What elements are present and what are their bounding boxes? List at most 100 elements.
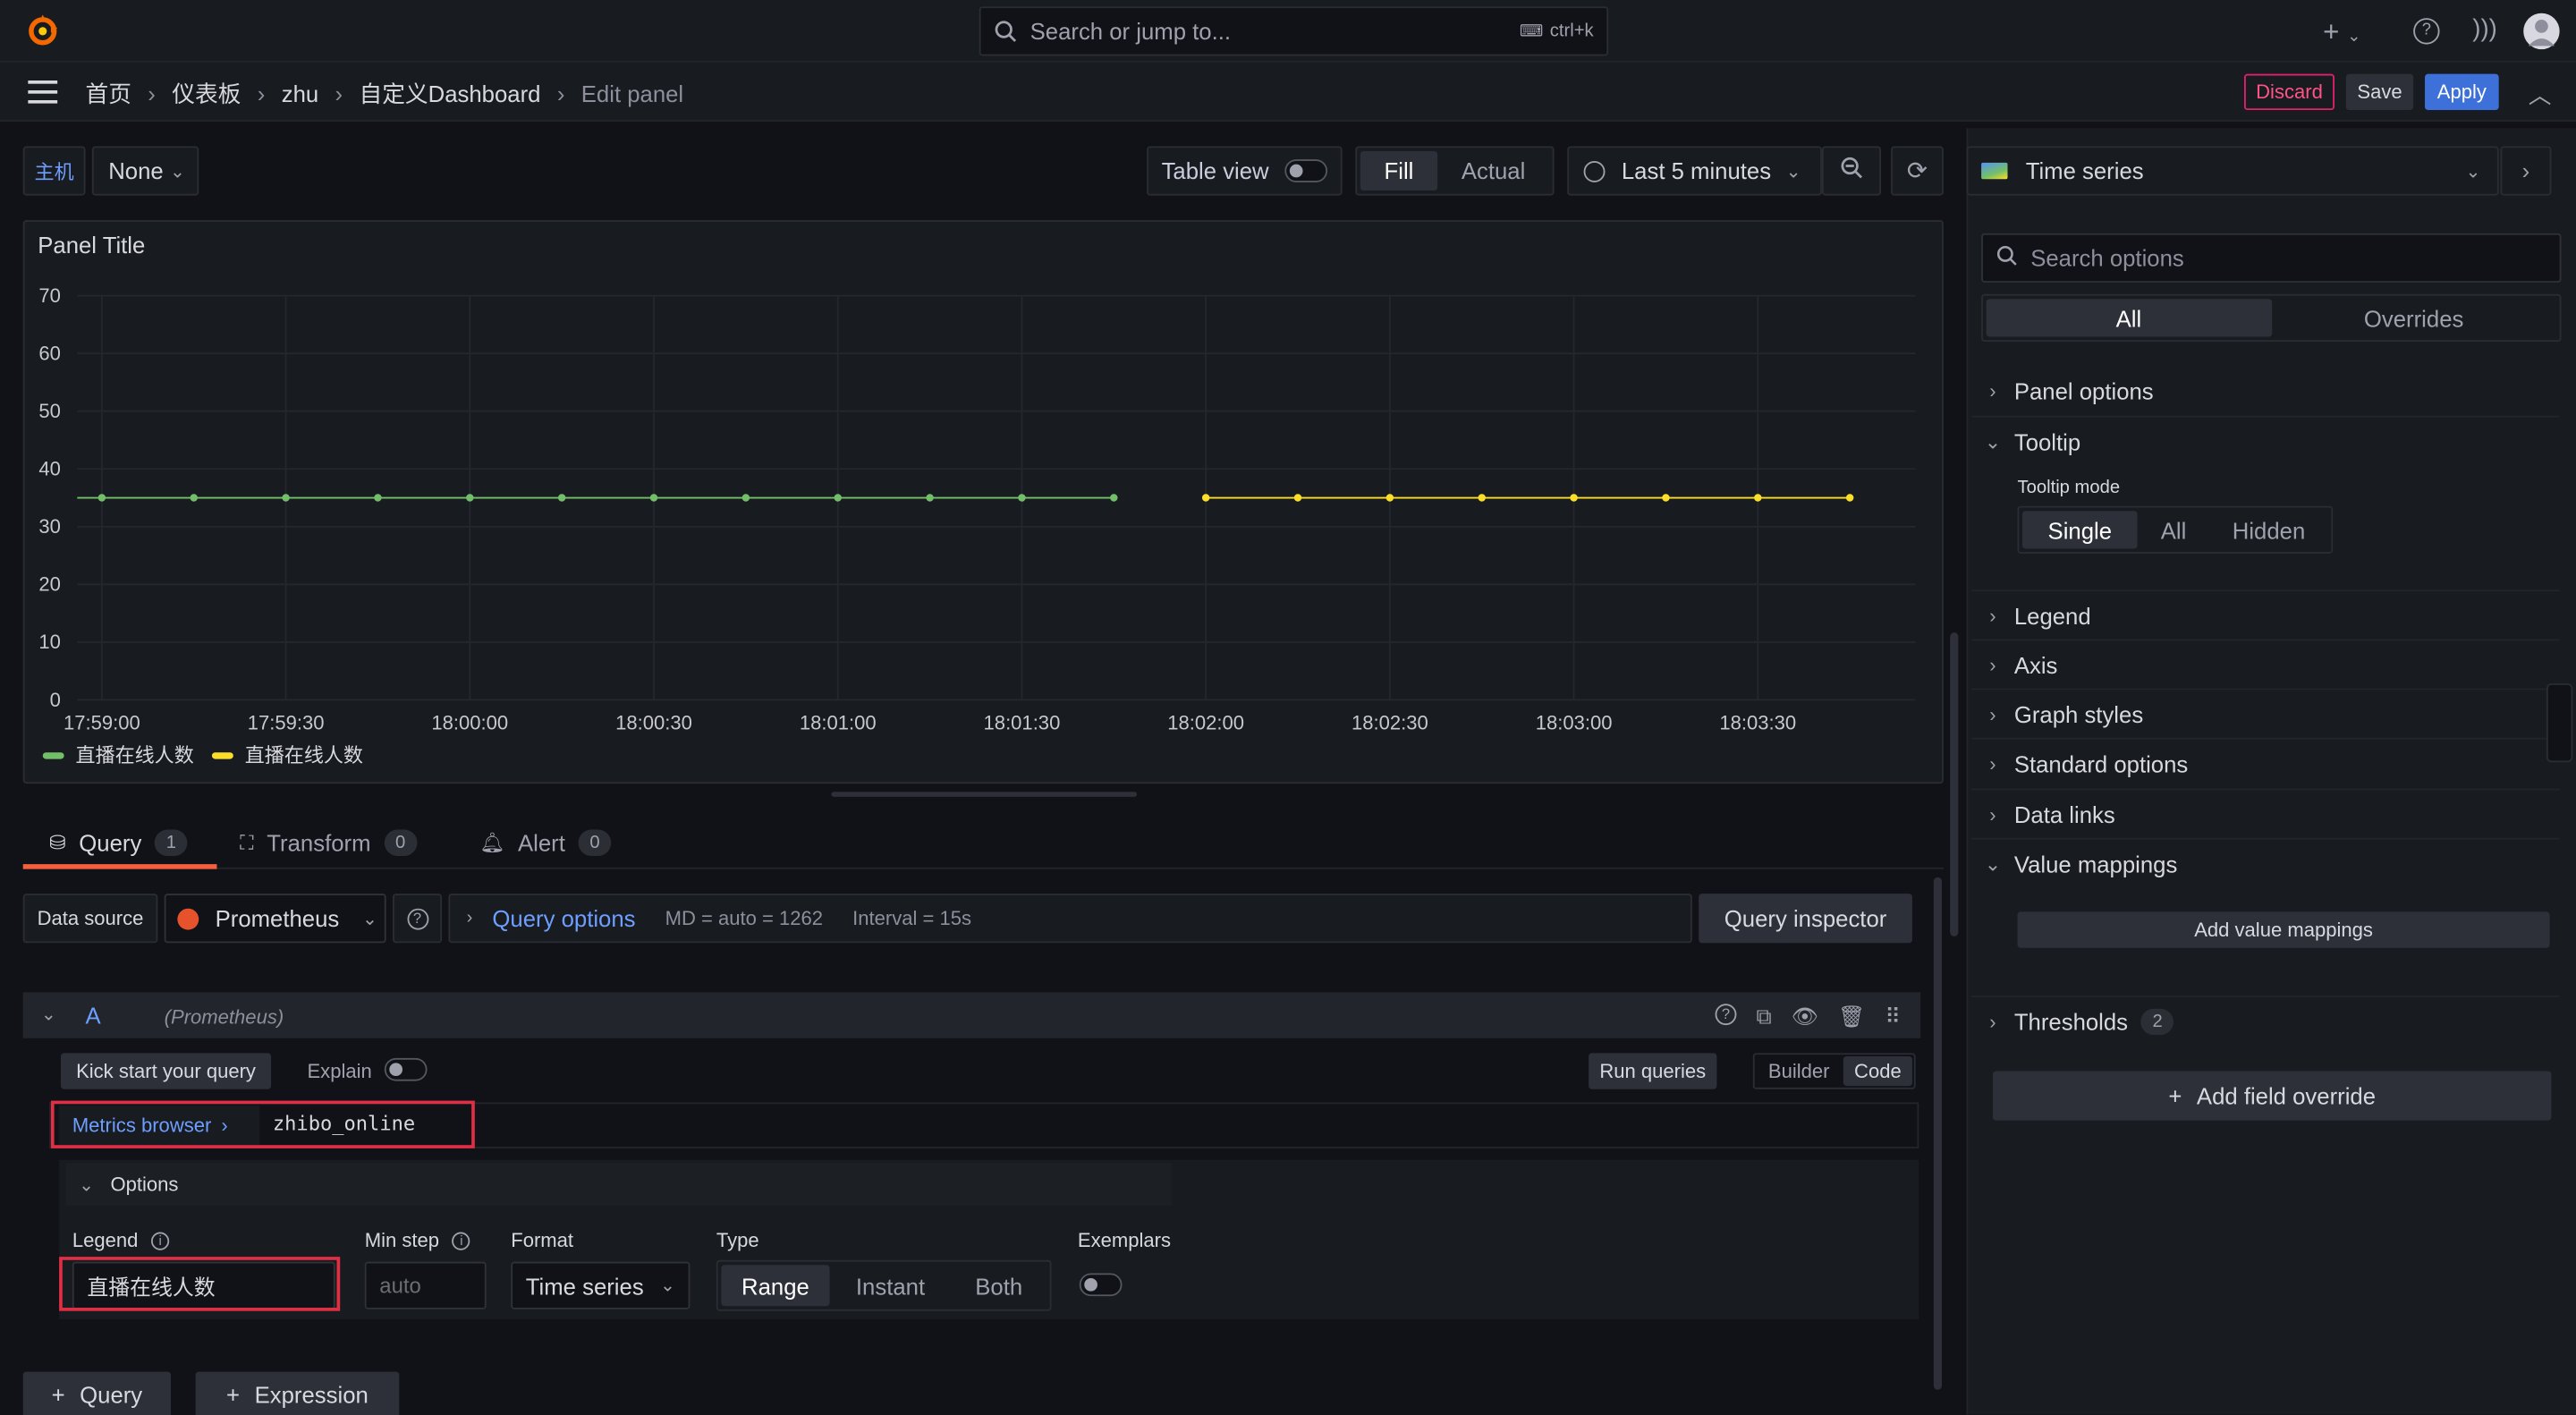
legend-item-1[interactable]: 直播在线人数 xyxy=(75,741,193,768)
drag-handle-icon[interactable]: ⠿ xyxy=(1885,1004,1901,1029)
query-ref-id[interactable]: A xyxy=(86,1002,101,1028)
chevron-down-icon: ⌄ xyxy=(660,1276,675,1297)
datasource-picker[interactable]: Prometheus ⌄ xyxy=(164,894,386,944)
tab-query[interactable]: ⛁ Query 1 xyxy=(22,821,217,869)
tab-alert-label: Alert xyxy=(518,829,565,856)
section-panel-options[interactable]: › Panel options xyxy=(1971,367,2560,416)
exemplars-toggle[interactable] xyxy=(1079,1273,1123,1297)
add-expression-button[interactable]: + Expression xyxy=(195,1371,400,1415)
datasource-help-button[interactable]: ? xyxy=(392,894,443,944)
variable-select[interactable]: None ⌄ xyxy=(91,146,199,196)
search-bar[interactable]: Search or jump to... ⌨ ctrl+k xyxy=(979,6,1609,56)
type-both-option[interactable]: Both xyxy=(951,1265,1046,1306)
main-scrollbar[interactable] xyxy=(1950,632,1959,936)
actual-button[interactable]: Actual xyxy=(1437,151,1549,191)
run-queries-button[interactable]: Run queries xyxy=(1589,1053,1717,1089)
resize-splitter[interactable] xyxy=(831,792,1138,797)
user-avatar[interactable] xyxy=(2523,13,2560,50)
add-query-button[interactable]: + Query xyxy=(22,1371,172,1415)
options-pane-scroll-handle[interactable] xyxy=(2546,683,2573,763)
format-value: Time series xyxy=(525,1272,644,1299)
fill-button[interactable]: Fill xyxy=(1360,150,1438,191)
code-mode-button[interactable]: Code xyxy=(1843,1056,1912,1087)
breadcrumb-dashboard[interactable]: 自定义Dashboard xyxy=(359,77,540,110)
query-options-bar[interactable]: › Query options MD = auto = 1262 Interva… xyxy=(448,894,1692,944)
table-view-toggle[interactable] xyxy=(1284,159,1328,182)
options-header[interactable]: ⌄ Options xyxy=(65,1163,1172,1207)
visualization-picker[interactable]: Time series ⌄ xyxy=(1966,146,2499,196)
search-options-input[interactable]: Search options xyxy=(1981,233,2562,283)
save-button[interactable]: Save xyxy=(2345,73,2414,111)
breadcrumb-folder[interactable]: zhu xyxy=(282,80,318,106)
legend-label-text: Legend xyxy=(72,1228,139,1252)
add-value-mappings-button[interactable]: Add value mappings xyxy=(2017,911,2550,948)
chevron-down-icon: ⌄ xyxy=(361,909,377,929)
legend-item-2[interactable]: 直播在线人数 xyxy=(245,741,363,768)
type-instant-option[interactable]: Instant xyxy=(833,1265,948,1306)
tab-overrides[interactable]: Overrides xyxy=(2271,299,2556,336)
builder-mode-button[interactable]: Builder xyxy=(1758,1056,1840,1086)
tab-all[interactable]: All xyxy=(1986,299,2272,337)
tooltip-mode-all[interactable]: All xyxy=(2140,511,2206,548)
news-rss-icon[interactable]: ))) xyxy=(2472,15,2497,43)
section-data-links[interactable]: › Data links xyxy=(1971,788,2560,838)
breadcrumb: 首页 › 仪表板 › zhu › 自定义Dashboard › Edit panel xyxy=(86,77,684,110)
breadcrumb-dashboards[interactable]: 仪表板 xyxy=(172,77,241,110)
tooltip-mode-hidden[interactable]: Hidden xyxy=(2209,511,2327,548)
query-inspector-button[interactable]: Query inspector xyxy=(1699,894,1912,944)
grafana-logo[interactable] xyxy=(25,13,61,49)
type-range-option[interactable]: Range xyxy=(721,1265,830,1307)
time-series-chart[interactable]: 70 60 50 40 30 20 10 017:59:00 17:59:30 18:00:00 1… xyxy=(23,263,1944,756)
new-plus-icon[interactable]: + ⌄ xyxy=(2323,16,2360,49)
tab-alert[interactable]: 🔔︎ Alert 0 xyxy=(479,821,612,864)
section-label: Legend xyxy=(2013,602,2091,629)
duplicate-icon[interactable]: ⧉ xyxy=(1756,1004,1771,1029)
kick-start-button[interactable]: Kick start your query xyxy=(60,1053,272,1089)
series-point-1 xyxy=(926,494,934,502)
tab-transform[interactable]: ⛶ Transform 0 xyxy=(240,821,417,864)
section-legend[interactable]: › Legend xyxy=(1971,589,2560,639)
section-thresholds[interactable]: › Thresholds 2 xyxy=(1971,996,2560,1046)
section-value-mappings[interactable]: ⌄ Value mappings xyxy=(1971,837,2560,887)
time-range-picker[interactable]: Last 5 minutes ⌄ xyxy=(1567,146,1822,196)
chevron-right-icon: › xyxy=(1989,802,1996,826)
collapse-options-button[interactable]: › xyxy=(2500,146,2552,196)
explain-toggle[interactable] xyxy=(384,1057,428,1081)
series-point-2 xyxy=(1845,494,1854,502)
eye-icon[interactable]: 👁︎ xyxy=(1792,1004,1818,1029)
menu-hamburger-icon[interactable] xyxy=(28,80,58,104)
query-pane-scrollbar[interactable] xyxy=(1933,877,1943,1390)
variable-value: None xyxy=(108,157,164,184)
apply-button[interactable]: Apply xyxy=(2425,73,2499,111)
format-label: Format xyxy=(511,1228,574,1252)
series-point-1 xyxy=(1018,494,1026,502)
section-tooltip[interactable]: ⌄ Tooltip xyxy=(1971,415,2560,465)
breadcrumb-home[interactable]: 首页 xyxy=(86,77,131,110)
series-point-1 xyxy=(834,494,842,502)
thresholds-count: 2 xyxy=(2140,1008,2174,1036)
collapse-chevron-up-icon[interactable]: ︿ xyxy=(2529,79,2552,112)
min-step-input[interactable]: auto xyxy=(364,1261,487,1309)
x-tick-label: 17:59:30 xyxy=(248,712,325,734)
x-tick-label: 18:01:30 xyxy=(984,712,1061,734)
add-field-override-button[interactable]: + Add field override xyxy=(1992,1071,2552,1121)
discard-button[interactable]: Discard xyxy=(2243,73,2335,111)
query-options-label: Query options xyxy=(492,905,636,932)
trash-icon[interactable]: 🗑︎ xyxy=(1838,1004,1865,1029)
info-icon: i xyxy=(151,1231,170,1250)
zoom-out-button[interactable] xyxy=(1821,146,1882,196)
y-tick-label: 20 xyxy=(38,573,61,596)
type-radio-group: Range Instant Both xyxy=(716,1259,1052,1311)
section-graph-styles[interactable]: › Graph styles xyxy=(1971,688,2560,738)
keyboard-icon: ⌨ xyxy=(1519,21,1544,41)
refresh-button[interactable]: ⟳ xyxy=(1891,146,1944,196)
query-help-icon[interactable]: ? xyxy=(1715,1004,1737,1026)
tab-transform-count: 0 xyxy=(384,829,417,856)
format-select[interactable]: Time series ⌄ xyxy=(511,1261,691,1309)
help-icon[interactable]: ? xyxy=(2413,18,2440,45)
type-label: Type xyxy=(716,1228,759,1252)
tooltip-mode-single[interactable]: Single xyxy=(2022,511,2138,549)
section-axis[interactable]: › Axis xyxy=(1971,639,2560,688)
collapse-chevron-icon[interactable]: ⌄ xyxy=(41,1004,56,1025)
section-standard-options[interactable]: › Standard options xyxy=(1971,737,2560,787)
